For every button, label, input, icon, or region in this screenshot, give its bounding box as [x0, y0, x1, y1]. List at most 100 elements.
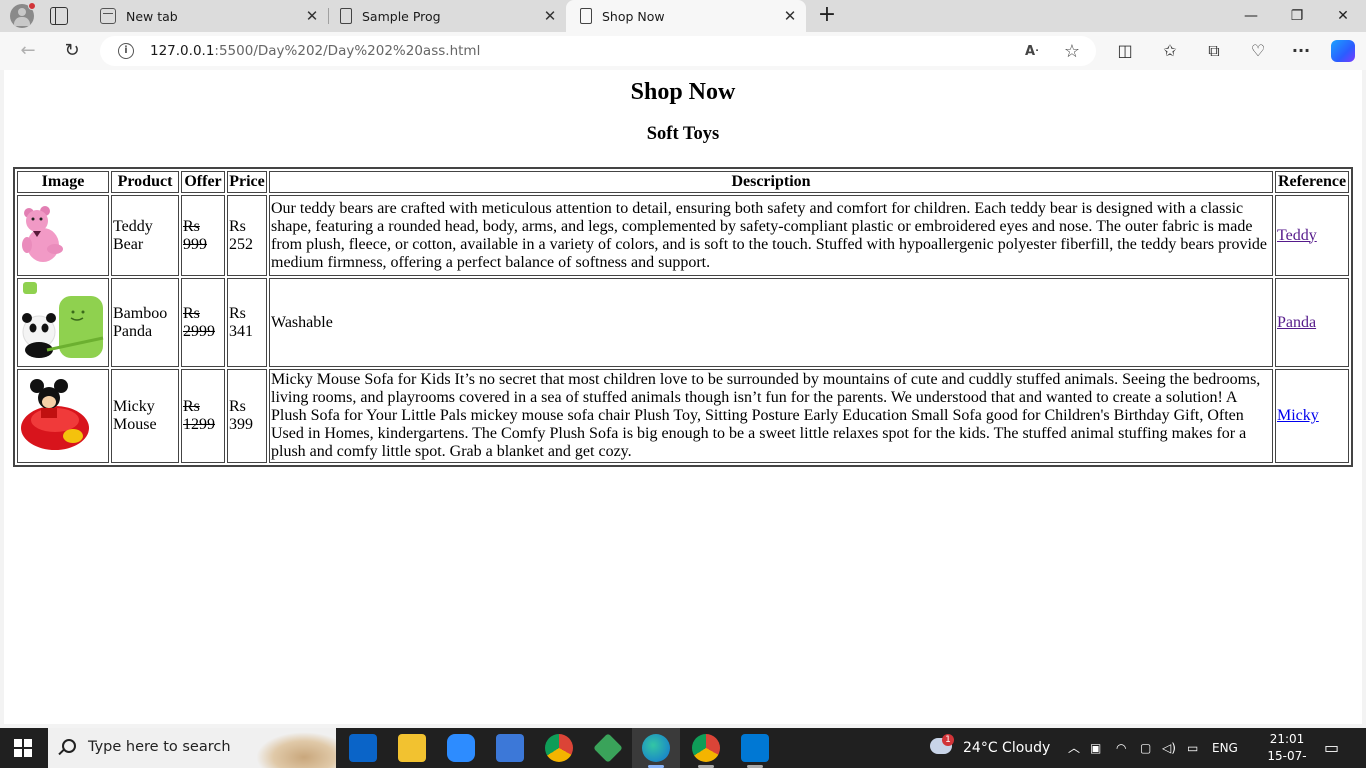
profile-avatar-icon[interactable]: [10, 2, 36, 28]
volume-icon[interactable]: ◁): [1162, 728, 1176, 768]
tab-title: Sample Prog: [362, 8, 441, 24]
chrome-profile-icon[interactable]: [692, 734, 720, 762]
offer-price: Rs 999: [181, 195, 225, 276]
store-icon[interactable]: [496, 734, 524, 762]
table-row: Micky Mouse Rs 1299 Rs 399 Micky Mouse S…: [17, 369, 1349, 463]
header-image: Image: [17, 171, 109, 193]
url-text[interactable]: 127.0.0.1:5500/Day%202/Day%202%20ass.htm…: [150, 43, 480, 59]
product-name: Teddy Bear: [111, 195, 179, 276]
header-price: Price: [227, 171, 267, 193]
tab-title: New tab: [126, 8, 178, 24]
image-cell: [17, 195, 109, 276]
favorites-icon[interactable]: ✩: [1159, 41, 1181, 61]
page-subtitle: Soft Toys: [646, 124, 720, 144]
page-icon: [580, 8, 592, 24]
offer-price: Rs 2999: [181, 278, 225, 367]
tab-close-icon[interactable]: ✕: [302, 7, 322, 25]
tab-close-icon[interactable]: ✕: [540, 7, 560, 25]
sale-price: Rs 252: [227, 195, 267, 276]
newtab-page-icon: [100, 8, 116, 24]
image-cell: [17, 278, 109, 367]
products-table: Image Product Offer Price Description Re…: [13, 167, 1353, 467]
page-title: Shop Now: [630, 79, 736, 105]
browser-essentials-icon[interactable]: ♡: [1247, 41, 1269, 61]
url-path: :5500/Day%202/Day%202%20ass.html: [214, 43, 481, 59]
page-icon: [340, 8, 352, 24]
product-name: Micky Mouse: [111, 369, 179, 463]
favorite-star-icon[interactable]: ☆: [1062, 42, 1082, 62]
search-icon: [62, 739, 76, 753]
product-name: Bamboo Panda: [111, 278, 179, 367]
meet-icon[interactable]: ▢: [1140, 728, 1151, 768]
chrome-icon[interactable]: [545, 734, 573, 762]
tab-actions-icon[interactable]: [50, 7, 68, 25]
minimize-button[interactable]: —: [1228, 0, 1274, 32]
edge-icon[interactable]: [642, 734, 670, 762]
reference-link[interactable]: Panda: [1277, 314, 1316, 331]
refresh-icon[interactable]: ↻: [61, 40, 83, 62]
chevron-up-icon[interactable]: ︿: [1068, 728, 1080, 768]
bamboo-panda-image: [22, 282, 104, 358]
mail-icon[interactable]: [349, 734, 377, 762]
wifi-icon[interactable]: ◠: [1116, 728, 1126, 768]
clock-time: 21:01: [1269, 732, 1305, 746]
info-icon[interactable]: i: [118, 43, 134, 59]
search-highlight-image: [256, 732, 336, 768]
read-aloud-icon[interactable]: Aᐧ: [1022, 42, 1042, 62]
tab-shop-now[interactable]: Shop Now ✕: [566, 0, 806, 32]
page-viewport: Shop Now Soft Toys Image Product Offer P…: [4, 70, 1362, 724]
micky-mouse-sofa-image: [21, 378, 89, 450]
browser-toolbar: ← ↻ i 127.0.0.1:5500/Day%202/Day%202%20a…: [0, 32, 1366, 70]
product-description: Our teddy bears are crafted with meticul…: [269, 195, 1273, 276]
reference-link[interactable]: Micky: [1277, 407, 1319, 424]
clock[interactable]: 21:01 15-07-2024: [1262, 731, 1312, 768]
zoom-icon[interactable]: [447, 734, 475, 762]
header-offer: Offer: [181, 171, 225, 193]
teddy-bear-image: [22, 206, 63, 262]
more-icon[interactable]: ···: [1290, 41, 1312, 61]
product-description: Micky Mouse Sofa for Kids It’s no secret…: [269, 369, 1273, 463]
tab-title: Shop Now: [602, 8, 665, 24]
image-cell: [17, 369, 109, 463]
close-window-button[interactable]: ✕: [1320, 0, 1366, 32]
collections-icon[interactable]: ⧉: [1203, 41, 1225, 61]
reference-cell: Micky: [1275, 369, 1349, 463]
windows-start-icon[interactable]: [14, 739, 32, 757]
flag-icon[interactable]: ▣: [1090, 728, 1101, 768]
file-explorer-icon[interactable]: [398, 734, 426, 762]
header-reference: Reference: [1275, 171, 1349, 193]
tab-sample-prog[interactable]: Sample Prog ✕: [326, 0, 566, 32]
header-description: Description: [269, 171, 1273, 193]
reference-cell: Teddy: [1275, 195, 1349, 276]
back-icon[interactable]: ←: [17, 40, 39, 62]
vscode-icon[interactable]: [741, 734, 769, 762]
windows-taskbar: Type here to search 1 24°C Cloudy ︿ ▣ ◠ …: [0, 728, 1366, 768]
clock-date: 15-07-2024: [1267, 749, 1307, 768]
address-bar[interactable]: i 127.0.0.1:5500/Day%202/Day%202%20ass.h…: [100, 36, 1096, 66]
tab-new-tab[interactable]: New tab ✕: [88, 0, 328, 32]
restore-button[interactable]: ❐: [1274, 0, 1320, 32]
split-screen-icon[interactable]: ◫: [1114, 41, 1136, 61]
sale-price: Rs 399: [227, 369, 267, 463]
reference-link[interactable]: Teddy: [1277, 227, 1317, 244]
language-indicator[interactable]: ENG: [1212, 728, 1238, 768]
copilot-icon[interactable]: [1331, 40, 1355, 62]
table-row: Teddy Bear Rs 999 Rs 252 Our teddy bears…: [17, 195, 1349, 276]
reference-cell: Panda: [1275, 278, 1349, 367]
battery-icon[interactable]: ▭: [1187, 728, 1198, 768]
url-host: 127.0.0.1: [150, 43, 215, 59]
app-icon[interactable]: [593, 733, 623, 763]
tab-close-icon[interactable]: ✕: [780, 7, 800, 25]
header-product: Product: [111, 171, 179, 193]
table-header-row: Image Product Offer Price Description Re…: [17, 171, 1349, 193]
tab-strip: New tab ✕ Sample Prog ✕ Shop Now ✕ + — ❐…: [0, 0, 1366, 32]
offer-price: Rs 1299: [181, 369, 225, 463]
weather-badge: 1: [942, 734, 954, 746]
notifications-icon[interactable]: ▭: [1324, 728, 1339, 768]
table-row: Bamboo Panda Rs 2999 Rs 341 Washable Pan…: [17, 278, 1349, 367]
weather-text[interactable]: 24°C Cloudy: [963, 728, 1050, 768]
search-placeholder: Type here to search: [88, 739, 231, 755]
sale-price: Rs 341: [227, 278, 267, 367]
new-tab-button[interactable]: +: [816, 4, 838, 26]
taskbar-search-box[interactable]: Type here to search: [48, 728, 336, 768]
